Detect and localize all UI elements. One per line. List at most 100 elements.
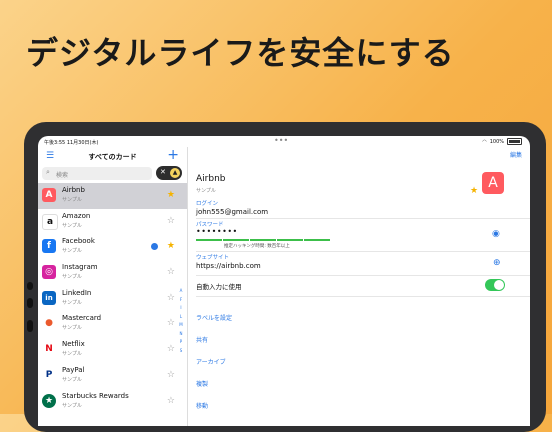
card-logo-icon: ◎ xyxy=(42,265,56,280)
password-strength-note: 推定ハッキング時間: 数百年以上 xyxy=(224,244,290,249)
divider xyxy=(196,296,530,297)
detail-title: Airbnb xyxy=(196,174,226,184)
status-right: ◠ 100% xyxy=(482,138,522,145)
card-name: LinkedIn xyxy=(62,288,92,297)
search-row: ⌕ 検索 ✕ ▲ xyxy=(38,165,187,183)
headline: デジタルライフを安全にする xyxy=(26,34,455,72)
website-value[interactable]: https://airbnb.com xyxy=(196,262,261,270)
login-value[interactable]: john555@gmail.com xyxy=(196,208,268,216)
index-letter[interactable]: S xyxy=(177,347,185,356)
password-value[interactable]: •••••••• xyxy=(196,227,238,236)
airbnb-logo-icon: A xyxy=(482,172,504,194)
index-letter[interactable]: L xyxy=(177,313,185,322)
move-button[interactable]: 移動 xyxy=(196,401,208,410)
card-logo-icon: f xyxy=(42,239,56,254)
index-letter[interactable]: M xyxy=(177,321,185,330)
index-letter[interactable]: N xyxy=(177,330,185,339)
battery-icon xyxy=(507,138,522,145)
app-screen: 午後3:55 11月30日(木) ••• ◠ 100% ☰ すべてのカード + … xyxy=(38,136,530,426)
search-icon: ⌕ xyxy=(46,168,50,176)
list-item[interactable]: a Amazon サンプル ☆ xyxy=(38,209,187,235)
password-strength-bar xyxy=(196,239,330,241)
card-logo-icon: a xyxy=(42,213,58,230)
card-sub: サンプル xyxy=(62,222,82,229)
star-icon[interactable]: ★ xyxy=(167,241,175,251)
card-sub: サンプル xyxy=(62,325,82,332)
star-icon[interactable]: ☆ xyxy=(167,267,175,277)
star-icon[interactable]: ☆ xyxy=(167,318,175,328)
card-sub: サンプル xyxy=(62,351,82,358)
card-sub: サンプル xyxy=(62,274,82,281)
card-logo-icon: ● xyxy=(42,316,56,331)
card-sub: サンプル xyxy=(62,248,82,255)
card-name: Airbnb xyxy=(62,186,85,194)
sidebar-header: ☰ すべてのカード + xyxy=(38,147,187,165)
index-letter[interactable]: A xyxy=(177,287,185,296)
filter-toggle[interactable]: ✕ ▲ xyxy=(156,166,182,180)
tablet-frame: 午後3:55 11月30日(木) ••• ◠ 100% ☰ すべてのカード + … xyxy=(24,122,546,432)
card-name: Instagram xyxy=(62,263,98,272)
card-sub: サンプル xyxy=(62,402,82,409)
card-name: PayPal xyxy=(62,365,85,374)
card-name: Amazon xyxy=(62,211,91,220)
divider xyxy=(196,275,530,276)
card-logo-icon: A xyxy=(42,188,56,202)
sidebar: ☰ すべてのカード + ⌕ 検索 ✕ ▲ A Airbnb サンプル ★ a A… xyxy=(38,147,188,426)
list-item[interactable]: P PayPal サンプル ☆ xyxy=(38,363,187,389)
divider xyxy=(196,251,530,252)
index-letter[interactable]: P xyxy=(177,338,185,347)
star-icon[interactable]: ☆ xyxy=(167,370,175,380)
list-item[interactable]: ★ Starbucks Rewards サンプル ☆ xyxy=(38,389,187,415)
sidebar-title: すべてのカード xyxy=(88,153,137,161)
side-button xyxy=(27,298,33,308)
card-list: A Airbnb サンプル ★ a Amazon サンプル ☆ f Facebo… xyxy=(38,183,187,414)
close-icon: ✕ xyxy=(160,168,166,176)
index-letter[interactable]: F xyxy=(177,296,185,305)
autofill-label: 自動入力に使用 xyxy=(196,283,242,291)
archive-button[interactable]: アーカイブ xyxy=(196,357,226,366)
star-icon[interactable]: ☆ xyxy=(167,396,175,406)
star-icon[interactable]: ★ xyxy=(167,190,175,200)
autofill-toggle[interactable] xyxy=(485,279,505,291)
list-item[interactable]: N Netflix サンプル ☆ xyxy=(38,337,187,363)
side-button xyxy=(27,282,33,290)
globe-icon[interactable]: ⊕ xyxy=(493,258,501,268)
search-input[interactable]: ⌕ 検索 xyxy=(42,167,152,180)
duplicate-button[interactable]: 複製 xyxy=(196,379,208,388)
side-button xyxy=(27,320,33,332)
card-sub: サンプル xyxy=(62,197,82,203)
card-logo-icon: ★ xyxy=(42,393,56,408)
index-letter[interactable]: I xyxy=(177,304,185,313)
search-placeholder: 検索 xyxy=(56,172,69,179)
multitask-dots[interactable]: ••• xyxy=(274,136,288,145)
list-item[interactable]: in LinkedIn サンプル ☆ xyxy=(38,286,187,312)
card-name: Mastercard xyxy=(62,314,102,323)
share-button[interactable]: 共有 xyxy=(196,335,208,344)
list-item[interactable]: f Facebook サンプル ★ xyxy=(38,234,187,260)
wifi-icon: ◠ xyxy=(482,138,487,145)
card-detail: 編集 Airbnb サンプル ★ A ログイン john555@gmail.co… xyxy=(188,147,530,426)
coin-icon: ▲ xyxy=(170,168,180,178)
star-icon[interactable]: ☆ xyxy=(167,344,175,354)
card-logo-icon: in xyxy=(42,290,56,305)
divider xyxy=(196,218,530,219)
status-bar: 午後3:55 11月30日(木) ••• ◠ 100% xyxy=(38,136,530,147)
card-logo-icon: N xyxy=(42,342,56,357)
add-card-button[interactable]: + xyxy=(167,147,179,163)
battery-label: 100% xyxy=(489,138,504,145)
detail-sub: サンプル xyxy=(196,188,216,194)
eye-icon[interactable]: ◉ xyxy=(492,229,500,239)
list-item[interactable]: ● Mastercard サンプル ☆ xyxy=(38,311,187,337)
star-icon[interactable]: ☆ xyxy=(167,216,175,226)
card-name: Facebook xyxy=(62,237,95,246)
set-label-button[interactable]: ラベルを設定 xyxy=(196,313,232,322)
star-icon[interactable]: ☆ xyxy=(167,293,175,303)
list-item[interactable]: ◎ Instagram サンプル ☆ xyxy=(38,260,187,286)
star-icon[interactable]: ★ xyxy=(470,186,478,196)
status-time: 午後3:55 11月30日(木) xyxy=(44,140,99,146)
alphabet-index[interactable]: A F I L M N P S xyxy=(177,287,185,355)
card-sub: サンプル xyxy=(62,299,82,306)
edit-button[interactable]: 編集 xyxy=(510,150,522,159)
shared-icon xyxy=(151,243,158,251)
list-item[interactable]: A Airbnb サンプル ★ xyxy=(38,183,187,209)
